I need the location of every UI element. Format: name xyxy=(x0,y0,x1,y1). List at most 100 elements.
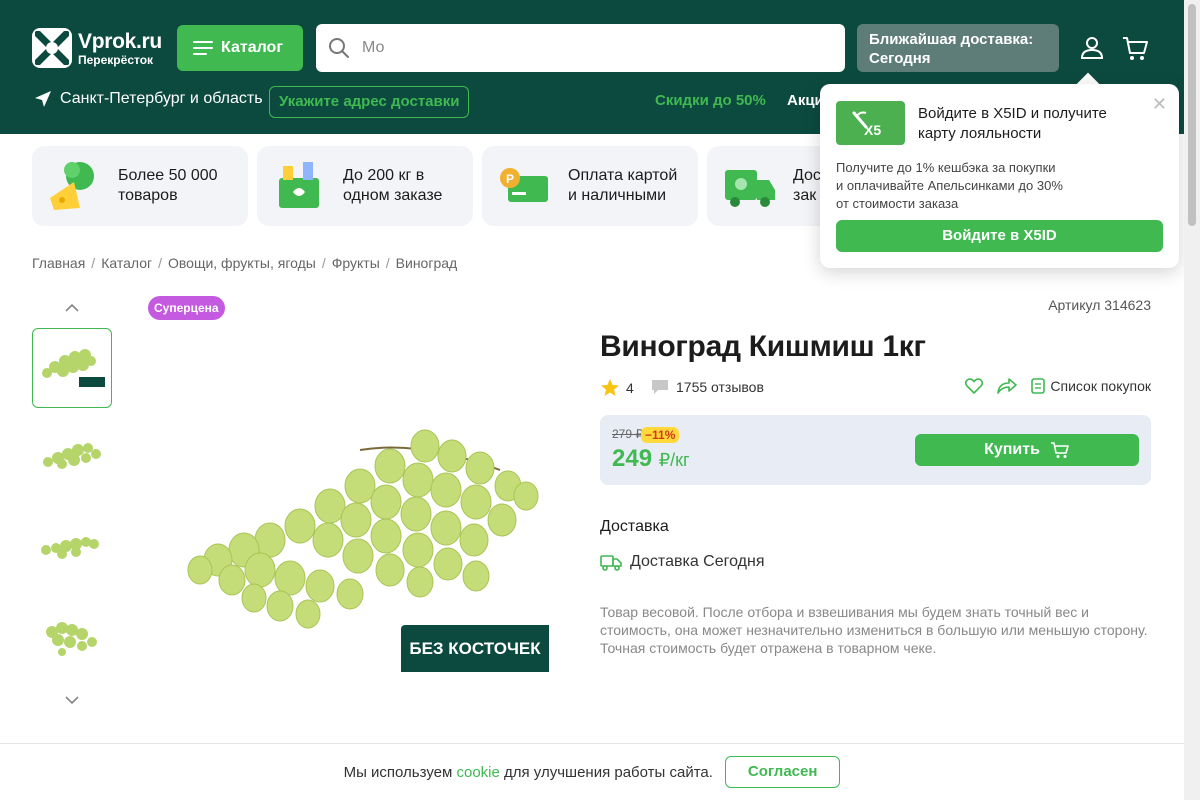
search-icon xyxy=(329,38,349,58)
page-scrollbar[interactable] xyxy=(1184,0,1200,800)
feature-card-assortment: Более 50 000 товаров xyxy=(32,146,248,226)
price-value: 249 xyxy=(612,445,653,472)
delivery-badge-label: Ближайшая доставка: xyxy=(869,31,1034,48)
svg-text:Р: Р xyxy=(506,172,514,186)
product-title: Виноград Кишмиш 1кг xyxy=(600,330,926,363)
star-icon xyxy=(601,379,619,396)
cookie-text-after: для улучшения работы сайта. xyxy=(504,763,713,781)
buy-label: Купить xyxy=(984,441,1040,458)
catalog-button[interactable]: Каталог xyxy=(177,25,303,71)
delivery-heading: Доставка xyxy=(600,518,669,535)
breadcrumb-item[interactable]: Главная xyxy=(32,255,85,271)
feature-line1: Оплата картой xyxy=(568,167,678,184)
article-number: Артикул 314623 xyxy=(1048,297,1151,313)
popup-title: Войдите в X5ID и получите карту лояльнос… xyxy=(918,105,1107,142)
old-price: 279 ₽ xyxy=(612,427,643,441)
breadcrumb-item[interactable]: Овощи, фрукты, ягоды xyxy=(168,255,316,271)
thumbnail-4[interactable] xyxy=(32,598,112,678)
weight-note: Товар весовой. После отбора и взвешивани… xyxy=(600,604,1148,656)
comment-icon xyxy=(652,380,668,394)
feature-card-payment: Р Оплата картой и наличными xyxy=(482,146,698,226)
breadcrumb-item[interactable]: Фрукты xyxy=(332,255,380,271)
reviews-count: 1755 отзывов xyxy=(676,379,764,395)
chevron-down-icon xyxy=(65,696,79,704)
search-input[interactable] xyxy=(362,39,822,57)
product-actions: Список покупок xyxy=(965,378,1151,394)
x5-logo: X5 xyxy=(836,101,905,145)
cheese-broccoli-icon xyxy=(50,162,94,210)
delivery-address-button[interactable]: Укажите адрес доставки xyxy=(269,86,470,118)
seedless-label: БЕЗ КОСТОЧЕК xyxy=(401,625,549,672)
city-selector[interactable]: Санкт-Петербург и область xyxy=(34,90,263,108)
card-coin-icon: Р xyxy=(500,168,548,202)
menu-icon xyxy=(193,41,213,55)
super-price-badge: Суперцена xyxy=(148,296,225,320)
close-icon[interactable]: ✕ xyxy=(1152,94,1167,115)
breadcrumb-item-current[interactable]: Виноград xyxy=(396,255,458,271)
logo-name: Vprok.ru xyxy=(78,29,162,53)
promotions-link[interactable]: Акци xyxy=(787,92,824,109)
buy-button[interactable]: Купить xyxy=(915,434,1139,466)
breadcrumb-item[interactable]: Каталог xyxy=(101,255,152,271)
site-logo[interactable]: Vprok.ru Перекрёсток xyxy=(32,28,162,68)
delivery-badge-value: Сегодня xyxy=(869,50,931,67)
x5id-login-button[interactable]: Войдите в X5ID xyxy=(836,220,1163,252)
thumbnail-2[interactable] xyxy=(32,418,112,498)
breadcrumb: Главная / Каталог / Овощи, фрукты, ягоды / … xyxy=(32,255,458,271)
nearest-delivery-badge[interactable]: Ближайшая доставка: Сегодня xyxy=(857,24,1059,72)
logo-subtitle: Перекрёсток xyxy=(78,52,154,67)
grocery-box-icon xyxy=(279,162,319,208)
cart-icon[interactable] xyxy=(1121,34,1149,62)
discount-badge: −11% xyxy=(641,427,680,443)
feature-line1: Дос xyxy=(793,167,821,184)
thumbnail-1[interactable] xyxy=(32,328,112,408)
feature-card-weight: До 200 кг в одном заказе xyxy=(257,146,473,226)
thumbs-up-button[interactable] xyxy=(32,296,112,320)
rating-value: 4 xyxy=(626,380,634,396)
search-bar xyxy=(316,24,845,72)
scrollbar-thumb[interactable] xyxy=(1188,4,1196,226)
discounts-link[interactable]: Скидки до 50% xyxy=(655,92,766,109)
product-thumbnails xyxy=(32,296,112,712)
share-icon[interactable] xyxy=(997,378,1018,394)
reviews-link[interactable]: 1755 отзывов xyxy=(650,378,764,396)
popup-description: Получите до 1% кешбэка за покупки и опла… xyxy=(836,159,1166,213)
popup-text-line: Получите до 1% кешбэка за покупки xyxy=(836,160,1056,175)
cookie-link[interactable]: cookie xyxy=(456,764,499,781)
feature-line2: и наличными xyxy=(568,187,666,204)
price-box: 279 ₽ −11% 249 ₽/кг Купить xyxy=(600,415,1151,485)
popup-text-line: от стоимости заказа xyxy=(836,196,959,211)
thumbnail-3[interactable] xyxy=(32,508,112,588)
cookie-banner: Мы используем cookie для улучшения работ… xyxy=(0,743,1184,800)
logo-icon xyxy=(32,28,72,68)
x5id-login-popup: X5 Войдите в X5ID и получите карту лояль… xyxy=(820,84,1179,268)
current-price: 249 ₽/кг xyxy=(612,445,690,473)
cookie-accept-button[interactable]: Согласен xyxy=(724,756,841,788)
list-icon xyxy=(1031,378,1046,394)
chevron-up-icon xyxy=(65,304,79,312)
x5-logo-text: X5 xyxy=(864,122,881,138)
product-rating[interactable]: 4 xyxy=(600,378,634,398)
user-icon[interactable] xyxy=(1078,34,1106,62)
truck-icon xyxy=(600,555,622,571)
feature-line2: одном заказе xyxy=(343,187,443,204)
cookie-text-before: Мы используем xyxy=(343,763,453,781)
delivery-truck-icon xyxy=(725,170,775,207)
delivery-info: Доставка Сегодня xyxy=(600,553,764,571)
price-unit: ₽/кг xyxy=(658,450,690,470)
feature-line1: Более 50 000 xyxy=(118,167,218,184)
feature-line2: зак xyxy=(793,187,817,204)
cart-icon xyxy=(1050,442,1069,458)
catalog-label: Каталог xyxy=(221,39,283,56)
feature-cards: Более 50 000 товаров До 200 кг в одном зак… xyxy=(32,146,923,226)
heart-icon[interactable] xyxy=(965,378,984,394)
shopping-list-label: Список покупок xyxy=(1050,378,1151,394)
city-label: Санкт-Петербург и область xyxy=(60,90,263,107)
feature-line1: До 200 кг в xyxy=(343,167,425,184)
popup-text-line: и оплачивайте Апельсинками до 30% xyxy=(836,178,1063,193)
shopping-list-button[interactable]: Список покупок xyxy=(1031,378,1151,394)
delivery-text: Доставка Сегодня xyxy=(630,553,765,570)
location-arrow-icon xyxy=(35,91,51,107)
thumbs-down-button[interactable] xyxy=(32,688,112,712)
feature-line2: товаров xyxy=(118,187,178,204)
